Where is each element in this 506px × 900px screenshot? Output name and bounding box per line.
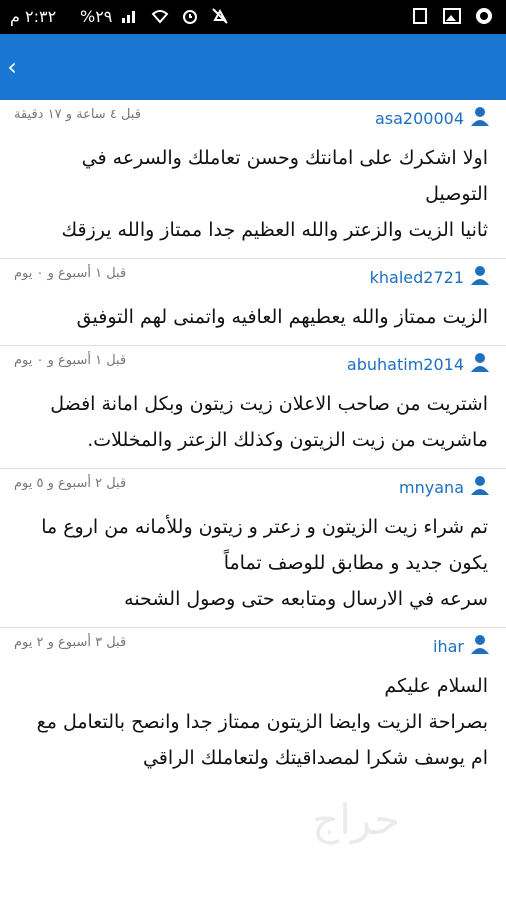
review-line: بصراحة الزيت وايضا الزيتون ممتاز جدا وان…: [36, 711, 488, 733]
review-line: ماشريت من زيت الزيتون وكذلك الزعتر والمخ…: [87, 429, 488, 451]
review-username[interactable]: ihar: [433, 637, 464, 656]
app-notification-icon: [474, 6, 494, 26]
review-username[interactable]: mnyana: [399, 478, 464, 497]
review-item: abuhatim2014 قبل ١ أسبوع و ٠ يوم اشتريت …: [0, 346, 506, 469]
battery-percent: %٢٩: [80, 7, 113, 26]
review-username[interactable]: asa200004: [375, 109, 464, 128]
review-text: تم شراء زيت الزيتون و زعتر و زيتون وللأم…: [0, 503, 506, 627]
review-line: الزيت ممتاز والله يعطيهم العافيه واتمنى …: [76, 306, 488, 328]
user-icon: [470, 634, 490, 658]
review-line: اشتريت من صاحب الاعلان زيت زيتون وبكل ام…: [50, 393, 488, 415]
status-time: ٢:٣٢ م: [10, 7, 57, 26]
review-user[interactable]: abuhatim2014: [347, 352, 490, 376]
watermark: حراج: [312, 795, 400, 844]
user-icon: [470, 352, 490, 376]
review-line: ام يوسف شكرا لمصداقيتك ولتعاملك الراقي: [142, 747, 488, 769]
review-text: السلام عليكم بصراحة الزيت وايضا الزيتون …: [0, 662, 506, 786]
review-item: ihar قبل ٣ أسبوع و ٢ يوم السلام عليكم بص…: [0, 628, 506, 786]
review-item: khaled2721 قبل ١ أسبوع و ٠ يوم الزيت ممت…: [0, 259, 506, 346]
review-username[interactable]: khaled2721: [370, 268, 464, 287]
review-user[interactable]: ihar: [433, 634, 490, 658]
mute-icon: [210, 6, 230, 26]
user-icon: [470, 265, 490, 289]
review-user[interactable]: asa200004: [375, 106, 490, 130]
review-item: asa200004 قبل ٤ ساعة و ١٧ دقيقة اولا اشك…: [0, 100, 506, 259]
review-item: mnyana قبل ٢ أسبوع و ٥ يوم تم شراء زيت ا…: [0, 469, 506, 628]
gallery-icon: [442, 6, 462, 26]
review-line: ثانيا الزيت والزعتر والله العظيم جدا ممت…: [61, 219, 488, 241]
review-text: الزيت ممتاز والله يعطيهم العافيه واتمنى …: [0, 293, 506, 345]
app-bar: ‹: [0, 34, 506, 100]
review-time: قبل ٣ أسبوع و ٢ يوم: [14, 635, 127, 650]
wifi-icon: [150, 6, 170, 26]
review-line: يكون جديد و مطابق للوصف تماماً: [223, 552, 488, 574]
review-time: قبل ١ أسبوع و ٠ يوم: [14, 266, 127, 281]
review-time: قبل ٤ ساعة و ١٧ دقيقة: [14, 107, 141, 122]
review-time: قبل ٢ أسبوع و ٥ يوم: [14, 476, 127, 491]
back-button[interactable]: ‹: [0, 44, 24, 90]
review-time: قبل ١ أسبوع و ٠ يوم: [14, 353, 127, 368]
status-right-icons: [410, 6, 494, 26]
alarm-icon: [180, 6, 200, 26]
reviews-list: asa200004 قبل ٤ ساعة و ١٧ دقيقة اولا اشك…: [0, 100, 506, 786]
review-line: التوصيل: [425, 183, 488, 205]
clipboard-icon: [410, 6, 430, 26]
status-left-icons: [120, 6, 230, 26]
user-icon: [470, 475, 490, 499]
review-text: اشتريت من صاحب الاعلان زيت زيتون وبكل ام…: [0, 380, 506, 468]
review-username[interactable]: abuhatim2014: [347, 355, 464, 374]
status-bar: ٢:٣٢ م %٢٩: [0, 0, 506, 34]
review-user[interactable]: mnyana: [399, 475, 490, 499]
review-text: اولا اشكرك على امانتك وحسن تعاملك والسرع…: [0, 134, 506, 258]
review-user[interactable]: khaled2721: [370, 265, 490, 289]
signal-icon: [120, 6, 140, 26]
review-line: اولا اشكرك على امانتك وحسن تعاملك والسرع…: [81, 147, 488, 169]
review-line: السلام عليكم: [384, 675, 488, 697]
review-line: تم شراء زيت الزيتون و زعتر و زيتون وللأم…: [41, 516, 488, 538]
review-line: سرعه في الارسال ومتابعه حتى وصول الشحنه: [124, 588, 488, 610]
user-icon: [470, 106, 490, 130]
